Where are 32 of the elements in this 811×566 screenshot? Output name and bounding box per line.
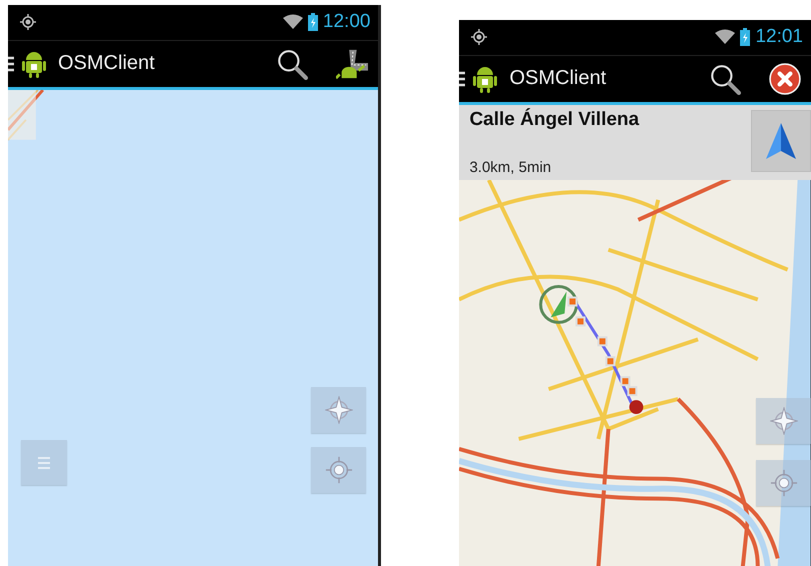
search-icon[interactable] xyxy=(276,48,308,80)
compass-icon xyxy=(324,396,353,424)
drawer-indicator-icon xyxy=(459,70,466,87)
android-logo-icon[interactable] xyxy=(22,50,46,78)
app-title: OSMClient xyxy=(509,67,606,90)
compass-icon xyxy=(770,406,798,435)
navigation-arrow-icon xyxy=(766,123,796,160)
gps-icon xyxy=(20,14,36,30)
menu-icon xyxy=(38,456,50,470)
close-icon[interactable] xyxy=(769,62,801,95)
locate-button[interactable] xyxy=(756,460,811,506)
locate-icon xyxy=(770,468,798,497)
battery-icon xyxy=(740,28,750,46)
compass-button[interactable] xyxy=(311,387,366,433)
clock-time: 12:01 xyxy=(755,26,803,48)
search-icon[interactable] xyxy=(709,62,741,95)
locate-icon xyxy=(324,456,353,484)
locate-button[interactable] xyxy=(311,447,366,493)
gps-icon xyxy=(471,29,488,46)
navigation-button[interactable] xyxy=(751,110,811,172)
wifi-icon xyxy=(715,29,736,46)
wifi-icon xyxy=(282,14,303,30)
app-title: OSMClient xyxy=(58,52,155,76)
street-name: Calle Ángel Villena xyxy=(469,109,640,132)
drawer-indicator-icon xyxy=(8,56,14,72)
route-summary: 3.0km, 5min xyxy=(469,158,552,176)
android-logo-icon[interactable] xyxy=(473,64,498,93)
road-android-icon[interactable] xyxy=(336,48,368,80)
street-map-drawing[interactable] xyxy=(459,180,811,566)
compass-button[interactable] xyxy=(756,398,811,444)
battery-icon xyxy=(308,13,318,32)
clock-time: 12:00 xyxy=(322,11,370,34)
